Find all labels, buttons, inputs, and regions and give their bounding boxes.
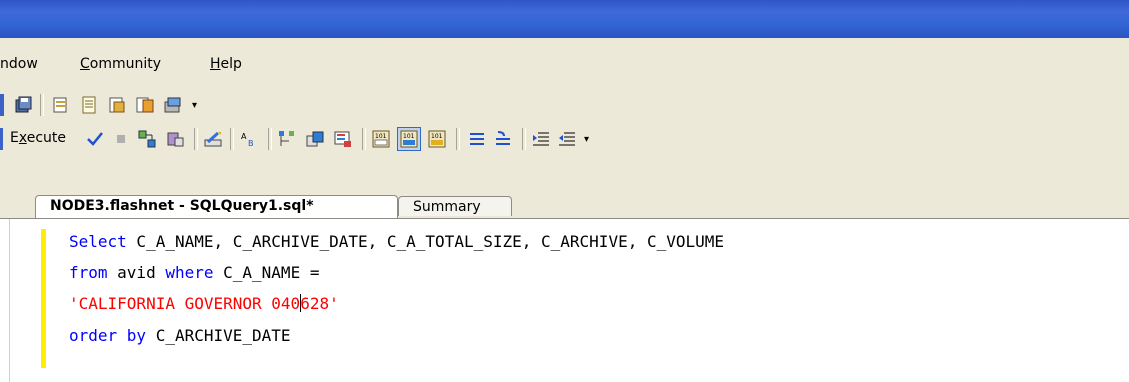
save-all-icon[interactable] bbox=[14, 96, 32, 114]
svg-text:101: 101 bbox=[403, 133, 415, 140]
standard-toolbar: ▾ bbox=[0, 88, 320, 122]
toolbar-grip[interactable] bbox=[0, 94, 4, 116]
menu-community-rest: ommunity bbox=[89, 56, 162, 72]
svg-text:B: B bbox=[248, 139, 254, 148]
document-icon[interactable] bbox=[80, 96, 98, 114]
menu-community-accel: C bbox=[80, 56, 90, 72]
keyword-select: Select bbox=[69, 232, 127, 251]
uncomment-lines-icon[interactable] bbox=[494, 130, 512, 148]
design-query-icon[interactable] bbox=[204, 130, 222, 148]
menu-community[interactable]: Community bbox=[80, 56, 161, 72]
document-tab-strip: NODE3.flashnet - SQLQuery1.sql* Summary bbox=[0, 194, 1129, 218]
object-explorer-icon[interactable] bbox=[136, 96, 154, 114]
results-to-grid-icon[interactable]: 101 bbox=[397, 127, 421, 151]
include-actual-plan-icon[interactable] bbox=[334, 130, 352, 148]
toolbar-separator bbox=[522, 128, 526, 150]
code-text: avid bbox=[107, 263, 166, 282]
results-to-file-icon[interactable]: 101 bbox=[428, 130, 446, 148]
cancel-query-icon[interactable] bbox=[112, 130, 130, 148]
code-line-1[interactable]: Select C_A_NAME, C_ARCHIVE_DATE, C_A_TOT… bbox=[69, 232, 724, 251]
menu-help[interactable]: Help bbox=[210, 56, 242, 72]
display-plan-icon[interactable] bbox=[278, 130, 296, 148]
execute-button[interactable]: Execute bbox=[10, 130, 66, 146]
query-editor[interactable]: Select C_A_NAME, C_ARCHIVE_DATE, C_A_TOT… bbox=[0, 218, 1129, 382]
svg-text:101: 101 bbox=[375, 133, 387, 140]
code-line-3[interactable]: 'CALIFORNIA GOVERNOR 040628' bbox=[69, 294, 339, 313]
toolbar-grip[interactable] bbox=[0, 128, 3, 150]
specify-template-values-icon[interactable]: AB bbox=[240, 130, 258, 148]
analyze-query-icon[interactable] bbox=[306, 130, 324, 148]
code-text: C_A_NAME = bbox=[213, 263, 320, 282]
keyword-from: from bbox=[69, 263, 108, 282]
string-literal-end: 628' bbox=[300, 294, 339, 313]
execute-rest: ecute bbox=[26, 130, 67, 146]
keyword-order-by: order by bbox=[69, 326, 147, 345]
keyword-where: where bbox=[165, 263, 214, 282]
menu-help-accel: H bbox=[210, 56, 221, 72]
string-literal-start: 'CALIFORNIA GOVERNOR 040 bbox=[69, 294, 301, 313]
toolbar-overflow-icon[interactable]: ▾ bbox=[584, 132, 593, 148]
results-to-text-icon[interactable]: 101 bbox=[372, 130, 390, 148]
change-connection-icon[interactable] bbox=[138, 130, 156, 148]
svg-text:101: 101 bbox=[431, 133, 443, 140]
toolbar-separator bbox=[230, 128, 234, 150]
menu-window[interactable]: ndow bbox=[0, 56, 38, 72]
increase-indent-icon[interactable] bbox=[558, 130, 576, 148]
sql-editor-toolbar: Execute AB 101 101 101 ▾ bbox=[0, 122, 900, 156]
decrease-indent-icon[interactable] bbox=[532, 130, 550, 148]
properties-icon[interactable] bbox=[52, 96, 70, 114]
execute-prefix: E bbox=[10, 130, 19, 146]
menu-bar: ndow Community Help bbox=[0, 45, 1129, 85]
code-text: C_A_NAME, C_ARCHIVE_DATE, C_A_TOTAL_SIZE… bbox=[126, 232, 725, 251]
window-title-bar[interactable] bbox=[0, 0, 1129, 38]
template-icon[interactable] bbox=[108, 96, 126, 114]
changed-lines-marker bbox=[41, 229, 46, 368]
toolbar-separator bbox=[268, 128, 272, 150]
query-options-icon[interactable] bbox=[166, 130, 184, 148]
toolbar-separator bbox=[362, 128, 366, 150]
code-text: C_ARCHIVE_DATE bbox=[146, 326, 291, 345]
svg-text:A: A bbox=[241, 132, 247, 141]
parse-checkmark-icon[interactable] bbox=[86, 130, 104, 148]
tab-summary[interactable]: Summary bbox=[398, 196, 512, 216]
toolbar-separator bbox=[456, 128, 460, 150]
toolbar-overflow-icon[interactable]: ▾ bbox=[192, 98, 201, 114]
comment-lines-icon[interactable] bbox=[468, 130, 486, 148]
toolbox-icon[interactable] bbox=[164, 96, 182, 114]
toolbar-separator bbox=[40, 94, 44, 116]
code-line-4[interactable]: order by C_ARCHIVE_DATE bbox=[69, 326, 291, 345]
editor-left-margin bbox=[0, 219, 10, 382]
tab-sqlquery1[interactable]: NODE3.flashnet - SQLQuery1.sql* bbox=[35, 195, 398, 218]
code-line-2[interactable]: from avid where C_A_NAME = bbox=[69, 263, 319, 282]
execute-accel: x bbox=[18, 130, 27, 146]
menu-help-rest: elp bbox=[220, 56, 242, 72]
toolbar-separator bbox=[194, 128, 198, 150]
